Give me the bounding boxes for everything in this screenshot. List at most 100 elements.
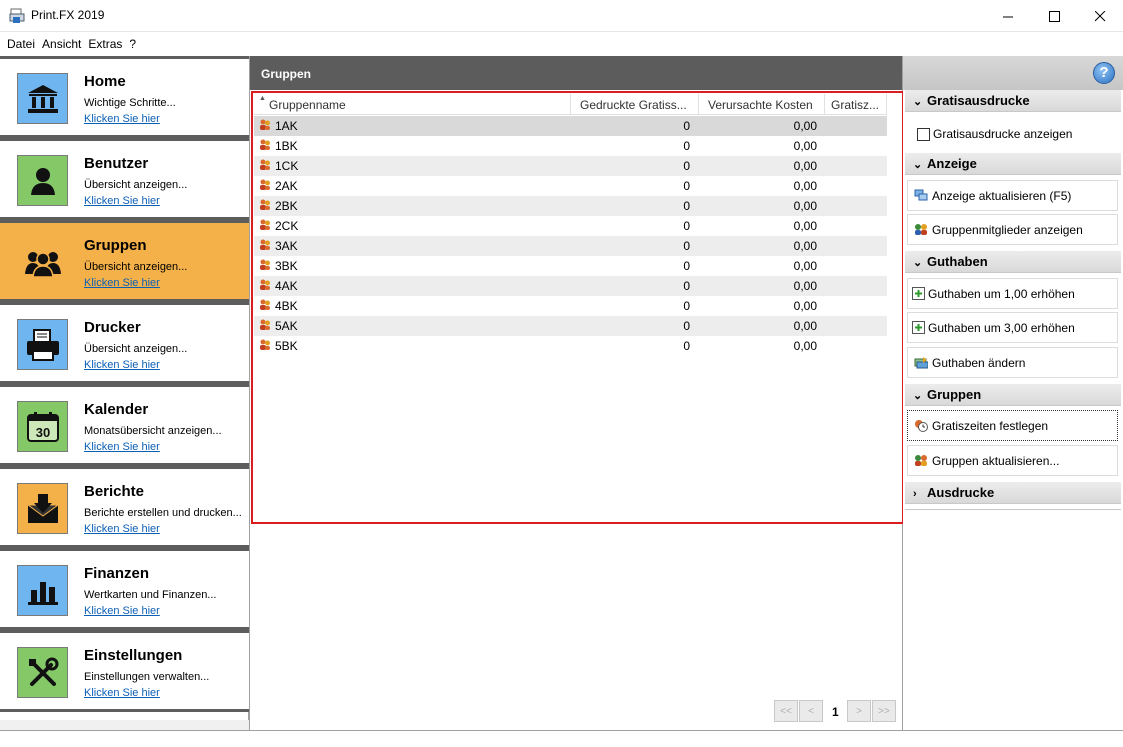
left-navigation: Home Wichtige Schritte... Klicken Sie hi… bbox=[0, 56, 249, 720]
pager-next-button[interactable]: > bbox=[847, 700, 871, 722]
nav-link[interactable]: Klicken Sie hier bbox=[84, 441, 160, 453]
checkbox-label: Gratisausdrucke anzeigen bbox=[933, 127, 1073, 141]
section-ausdrucke[interactable]: › Ausdrucke bbox=[905, 482, 1121, 504]
nav-link[interactable]: Klicken Sie hier bbox=[84, 605, 160, 617]
nav-item-home[interactable]: Home Wichtige Schritte... Klicken Sie hi… bbox=[0, 56, 249, 138]
maximize-button[interactable] bbox=[1031, 0, 1077, 32]
cell-printed-free: 0 bbox=[683, 319, 690, 333]
nav-title: Gruppen bbox=[84, 237, 147, 254]
nav-link[interactable]: Klicken Sie hier bbox=[84, 687, 160, 699]
table-row[interactable]: 5BK 0 0,00 bbox=[254, 336, 887, 356]
credit-increase-1-button[interactable]: Guthaben um 1,00 erhöhen bbox=[907, 278, 1118, 309]
nav-link[interactable]: Klicken Sie hier bbox=[84, 523, 160, 535]
cell-cost: 0,00 bbox=[793, 119, 817, 133]
column-header-verursachte-kosten[interactable]: Verursachte Kosten bbox=[699, 94, 825, 115]
pager-previous-button[interactable]: < bbox=[799, 700, 823, 722]
section-anzeige[interactable]: ⌄ Anzeige bbox=[905, 153, 1121, 175]
groups-grid[interactable]: ▲ Gruppenname Gedruckte Gratiss... Verur… bbox=[251, 91, 904, 524]
cell-printed-free: 0 bbox=[683, 159, 690, 173]
refresh-groups-button[interactable]: Gruppen aktualisieren... bbox=[907, 445, 1118, 476]
column-header-gratiszeiten[interactable]: Gratisz... bbox=[825, 94, 887, 115]
gratisausdrucke-checkbox[interactable] bbox=[917, 128, 930, 141]
menu-help[interactable]: ? bbox=[126, 37, 139, 51]
menu-ansicht[interactable]: Ansicht bbox=[39, 37, 84, 51]
cell-printed-free: 0 bbox=[683, 199, 690, 213]
table-row[interactable]: 2BK 0 0,00 bbox=[254, 196, 887, 216]
nav-link[interactable]: Klicken Sie hier bbox=[84, 277, 160, 289]
section-title: Gratisausdrucke bbox=[927, 93, 1030, 108]
cell-cost: 0,00 bbox=[793, 159, 817, 173]
pager-first-button[interactable]: << bbox=[774, 700, 798, 722]
cell-group-name: 1AK bbox=[275, 119, 298, 133]
table-row[interactable]: 2CK 0 0,00 bbox=[254, 216, 887, 236]
nav-item-kalender[interactable]: 30 Kalender Monatsübersicht anzeigen... … bbox=[0, 384, 249, 466]
menu-datei[interactable]: Datei bbox=[4, 37, 38, 51]
table-row[interactable]: 3BK 0 0,00 bbox=[254, 256, 887, 276]
section-title: Ausdrucke bbox=[927, 485, 995, 500]
group-icon bbox=[260, 159, 270, 170]
nav-link[interactable]: Klicken Sie hier bbox=[84, 195, 160, 207]
report-icon bbox=[17, 483, 68, 534]
cell-cost: 0,00 bbox=[793, 259, 817, 273]
refresh-view-button[interactable]: Anzeige aktualisieren (F5) bbox=[907, 180, 1118, 211]
column-header-gedruckte-gratis[interactable]: Gedruckte Gratiss... bbox=[572, 94, 699, 115]
table-row[interactable]: 3AK 0 0,00 bbox=[254, 236, 887, 256]
table-row[interactable]: 1AK 0 0,00 bbox=[254, 116, 887, 136]
nav-desc: Übersicht anzeigen... bbox=[84, 261, 188, 273]
cell-group-name: 4BK bbox=[275, 299, 298, 313]
minimize-icon bbox=[1002, 16, 1013, 17]
nav-item-finanzen[interactable]: Finanzen Wertkarten und Finanzen... Klic… bbox=[0, 548, 249, 630]
menu-extras[interactable]: Extras bbox=[85, 37, 125, 51]
user-icon bbox=[17, 155, 68, 206]
menu-bar: Datei Ansicht Extras ? bbox=[0, 32, 1123, 56]
cell-printed-free: 0 bbox=[683, 299, 690, 313]
chevron-right-icon: › bbox=[913, 488, 917, 500]
nav-item-einstellungen[interactable]: Einstellungen Einstellungen verwalten...… bbox=[0, 630, 249, 712]
table-row[interactable]: 1CK 0 0,00 bbox=[254, 156, 887, 176]
section-gratisausdrucke[interactable]: ⌄ Gratisausdrucke bbox=[905, 90, 1121, 112]
minimize-button[interactable] bbox=[985, 0, 1031, 32]
maximize-icon bbox=[1048, 10, 1060, 22]
nav-item-berichte[interactable]: Berichte Berichte erstellen und drucken.… bbox=[0, 466, 249, 548]
nav-item-drucker[interactable]: Drucker Übersicht anzeigen... Klicken Si… bbox=[0, 302, 249, 384]
cell-cost: 0,00 bbox=[793, 279, 817, 293]
task-panel: ? ⌄ Gratisausdrucke Gratisausdrucke anzei… bbox=[903, 56, 1123, 730]
nav-link[interactable]: Klicken Sie hier bbox=[84, 359, 160, 371]
credit-change-button[interactable]: Guthaben ändern bbox=[907, 347, 1118, 378]
chevron-down-icon: ⌄ bbox=[913, 257, 923, 269]
panel-title: Gruppen bbox=[250, 56, 902, 90]
calendar-icon: 30 bbox=[17, 401, 68, 452]
group-refresh-icon bbox=[915, 455, 927, 466]
nav-desc: Übersicht anzeigen... bbox=[84, 179, 188, 191]
table-row[interactable]: 1BK 0 0,00 bbox=[254, 136, 887, 156]
show-members-button[interactable]: Gruppenmitglieder anzeigen bbox=[907, 214, 1118, 245]
tools-icon bbox=[17, 647, 68, 698]
chevron-down-icon: ⌄ bbox=[913, 96, 923, 108]
cell-group-name: 3AK bbox=[275, 239, 298, 253]
table-row[interactable]: 5AK 0 0,00 bbox=[254, 316, 887, 336]
group-icon bbox=[260, 139, 270, 150]
group-icon bbox=[260, 279, 270, 290]
nav-title: Berichte bbox=[84, 483, 145, 500]
set-free-times-button[interactable]: Gratiszeiten festlegen bbox=[907, 410, 1118, 441]
nav-title: Benutzer bbox=[84, 155, 149, 172]
table-row[interactable]: 4AK 0 0,00 bbox=[254, 276, 887, 296]
cell-group-name: 5AK bbox=[275, 319, 298, 333]
nav-item-benutzer[interactable]: Benutzer Übersicht anzeigen... Klicken S… bbox=[0, 138, 249, 220]
nav-link[interactable]: Klicken Sie hier bbox=[84, 113, 160, 125]
section-guthaben[interactable]: ⌄ Guthaben bbox=[905, 251, 1121, 273]
table-row[interactable]: 4BK 0 0,00 bbox=[254, 296, 887, 316]
cell-printed-free: 0 bbox=[683, 139, 690, 153]
nav-item-gruppen[interactable]: Gruppen Übersicht anzeigen... Klicken Si… bbox=[0, 220, 249, 302]
cell-printed-free: 0 bbox=[683, 119, 690, 133]
credit-increase-3-button[interactable]: Guthaben um 3,00 erhöhen bbox=[907, 312, 1118, 343]
cell-group-name: 4AK bbox=[275, 279, 298, 293]
nav-title: Finanzen bbox=[84, 565, 150, 582]
plus-icon bbox=[912, 321, 925, 334]
table-row[interactable]: 2AK 0 0,00 bbox=[254, 176, 887, 196]
pager-last-button[interactable]: >> bbox=[872, 700, 896, 722]
section-gruppen[interactable]: ⌄ Gruppen bbox=[905, 384, 1121, 406]
column-header-gruppenname[interactable]: Gruppenname bbox=[269, 94, 571, 115]
close-button[interactable] bbox=[1077, 0, 1123, 32]
help-icon[interactable]: ? bbox=[1093, 62, 1115, 84]
